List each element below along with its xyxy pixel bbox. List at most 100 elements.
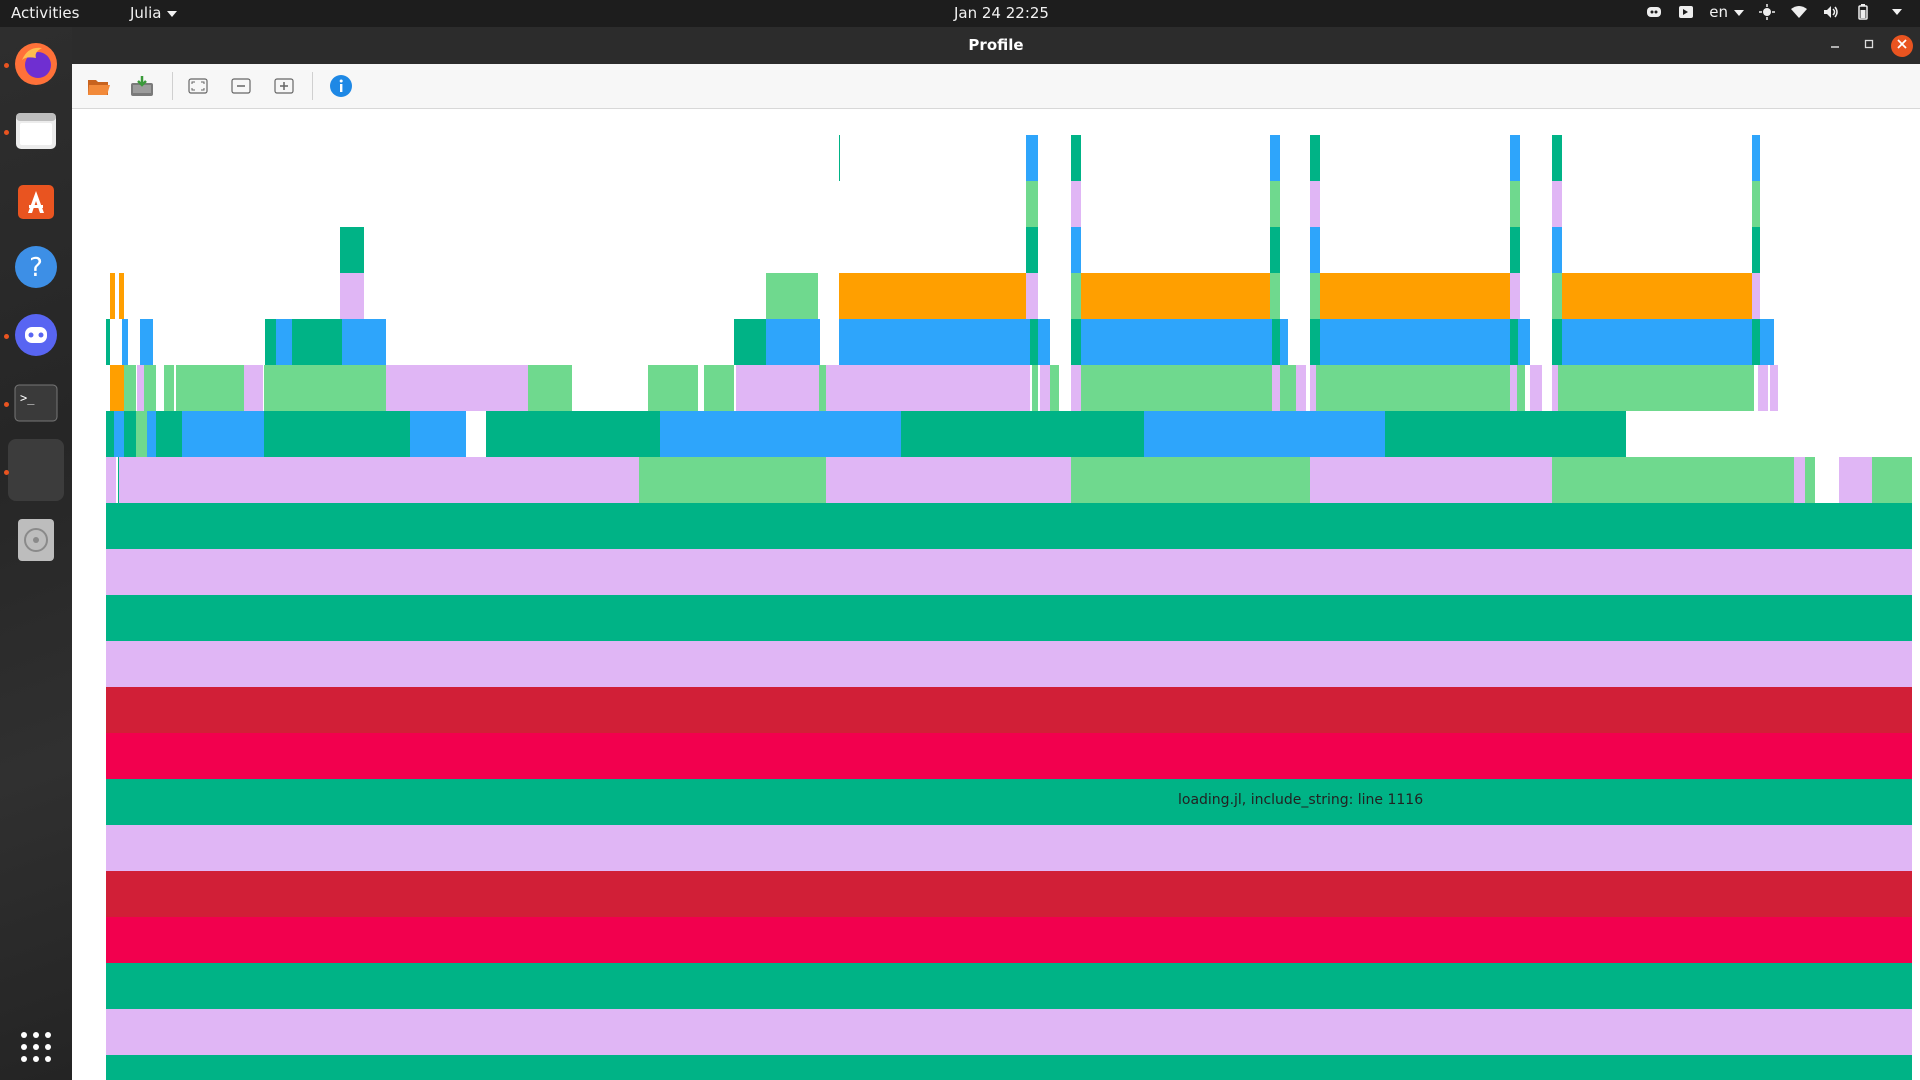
flame-frame[interactable]: [137, 365, 144, 411]
flame-frame[interactable]: [106, 825, 1912, 871]
activities-button[interactable]: Activities: [11, 4, 79, 22]
flame-frame[interactable]: [1310, 181, 1320, 227]
close-button[interactable]: [1891, 35, 1913, 57]
clock[interactable]: Jan 24 22:25: [954, 4, 1049, 22]
flame-frame[interactable]: [106, 319, 110, 365]
battery-icon[interactable]: [1854, 4, 1872, 20]
flame-frame[interactable]: [1552, 273, 1562, 319]
screen-share-icon[interactable]: [1677, 4, 1695, 20]
flame-frame[interactable]: [386, 365, 528, 411]
flame-frame[interactable]: [528, 365, 572, 411]
flame-frame[interactable]: [1510, 365, 1517, 411]
wifi-icon[interactable]: [1790, 4, 1808, 20]
flame-frame[interactable]: [340, 227, 364, 273]
flame-frame[interactable]: [1050, 365, 1059, 411]
flame-frame[interactable]: [1270, 135, 1280, 181]
flame-frame[interactable]: [1071, 181, 1081, 227]
flame-frame[interactable]: [486, 411, 660, 457]
open-button[interactable]: [85, 73, 113, 99]
flame-frame[interactable]: [1872, 457, 1912, 503]
volume-icon[interactable]: [1822, 4, 1840, 20]
zoom-out-button[interactable]: [227, 73, 255, 99]
flame-frame[interactable]: [1071, 273, 1081, 319]
flame-frame[interactable]: [342, 319, 386, 365]
flame-frame[interactable]: [1839, 457, 1872, 503]
flame-frame[interactable]: [1026, 227, 1038, 273]
flame-frame[interactable]: [106, 457, 115, 503]
julia-window-launcher[interactable]: [8, 439, 64, 501]
flame-frame[interactable]: [1758, 365, 1768, 411]
flame-frame[interactable]: [839, 135, 840, 181]
flame-frame[interactable]: [766, 273, 818, 319]
flame-frame[interactable]: [1310, 319, 1320, 365]
flame-frame[interactable]: [106, 411, 114, 457]
firefox-launcher[interactable]: [8, 36, 64, 92]
flame-frame[interactable]: [114, 411, 124, 457]
files-launcher[interactable]: [8, 103, 64, 159]
flame-frame[interactable]: [110, 365, 124, 411]
flame-frame[interactable]: [1310, 135, 1320, 181]
flame-frame[interactable]: [1752, 273, 1760, 319]
flame-frame[interactable]: [1510, 273, 1520, 319]
discord-launcher[interactable]: [8, 307, 64, 363]
flame-frame[interactable]: [1026, 135, 1038, 181]
flame-frame[interactable]: [1310, 457, 1552, 503]
flame-frame[interactable]: [244, 365, 263, 411]
flame-frame[interactable]: [1530, 365, 1542, 411]
flame-frame[interactable]: [1310, 227, 1320, 273]
flame-frame[interactable]: [147, 411, 156, 457]
flame-frame[interactable]: [660, 411, 901, 457]
flame-frame[interactable]: [826, 365, 1030, 411]
flame-frame[interactable]: [1752, 181, 1760, 227]
flame-frame[interactable]: [410, 411, 466, 457]
flame-frame[interactable]: [1144, 411, 1385, 457]
flame-frame[interactable]: [1026, 273, 1038, 319]
language-indicator[interactable]: en: [1709, 3, 1744, 21]
flame-frame[interactable]: [1272, 365, 1280, 411]
save-button[interactable]: [128, 73, 156, 99]
optical-disk-launcher[interactable]: [8, 512, 64, 568]
flame-frame[interactable]: [106, 871, 1912, 917]
info-button[interactable]: [327, 73, 355, 99]
flame-frame[interactable]: [1296, 365, 1306, 411]
flame-frame[interactable]: [1272, 319, 1280, 365]
flame-frame[interactable]: [1510, 319, 1518, 365]
flame-frame[interactable]: [106, 917, 1912, 963]
flame-frame[interactable]: [1552, 319, 1562, 365]
flame-frame[interactable]: [1081, 365, 1272, 411]
flame-frame[interactable]: [292, 319, 342, 365]
flame-frame[interactable]: [1510, 181, 1520, 227]
flame-frame[interactable]: [1280, 319, 1288, 365]
flame-frame[interactable]: [1794, 457, 1805, 503]
flame-frame[interactable]: [1552, 457, 1794, 503]
flame-frame[interactable]: [130, 457, 639, 503]
flame-frame[interactable]: [736, 365, 819, 411]
flame-frame[interactable]: [265, 319, 276, 365]
system-tray[interactable]: en: [1645, 3, 1902, 21]
flame-frame[interactable]: [1562, 319, 1752, 365]
flame-frame[interactable]: [1752, 135, 1760, 181]
flame-frame[interactable]: [1081, 273, 1270, 319]
flame-frame[interactable]: [144, 365, 156, 411]
flame-frame[interactable]: [164, 365, 174, 411]
zoom-in-button[interactable]: [270, 73, 298, 99]
flame-frame[interactable]: [1030, 319, 1038, 365]
flame-frame[interactable]: [119, 457, 130, 503]
flame-frame[interactable]: [110, 273, 115, 319]
flame-frame[interactable]: [1032, 365, 1038, 411]
flame-frame[interactable]: [819, 365, 826, 411]
flame-frame[interactable]: [704, 365, 734, 411]
terminal-launcher[interactable]: >_: [8, 375, 64, 431]
flame-frame[interactable]: [276, 319, 292, 365]
flame-frame[interactable]: [1320, 319, 1510, 365]
flame-frame[interactable]: [1071, 319, 1081, 365]
flame-frame[interactable]: [1310, 273, 1320, 319]
night-light-icon[interactable]: [1758, 4, 1776, 20]
flame-frame[interactable]: [1760, 319, 1774, 365]
show-applications-button[interactable]: [8, 1019, 64, 1075]
flame-frame[interactable]: [1510, 227, 1520, 273]
flame-frame[interactable]: [1071, 227, 1081, 273]
flame-frame[interactable]: [106, 779, 1912, 825]
flamegraph-canvas[interactable]: loading.jl, include_string: line 1116: [74, 109, 1918, 1080]
flame-frame[interactable]: [901, 411, 1144, 457]
